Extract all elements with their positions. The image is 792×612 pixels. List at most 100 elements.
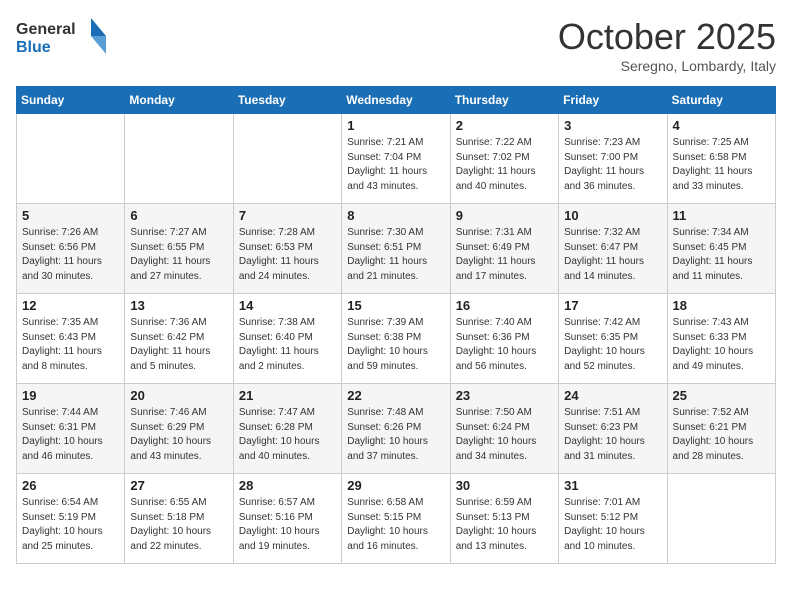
header-saturday: Saturday (667, 87, 775, 114)
svg-text:General: General (16, 21, 76, 38)
day-number: 15 (347, 298, 444, 313)
day-cell: 21 Sunrise: 7:47 AM Sunset: 6:28 PM Dayli… (233, 384, 341, 474)
week-row-2: 12 Sunrise: 7:35 AM Sunset: 6:43 PM Dayli… (17, 294, 776, 384)
day-number: 31 (564, 478, 661, 493)
day-cell: 5 Sunrise: 7:26 AM Sunset: 6:56 PM Daylig… (17, 204, 125, 294)
day-cell: 4 Sunrise: 7:25 AM Sunset: 6:58 PM Daylig… (667, 114, 775, 204)
day-cell: 11 Sunrise: 7:34 AM Sunset: 6:45 PM Dayli… (667, 204, 775, 294)
day-number: 27 (130, 478, 227, 493)
day-cell: 6 Sunrise: 7:27 AM Sunset: 6:55 PM Daylig… (125, 204, 233, 294)
day-cell: 19 Sunrise: 7:44 AM Sunset: 6:31 PM Dayli… (17, 384, 125, 474)
day-number: 26 (22, 478, 119, 493)
day-cell: 20 Sunrise: 7:46 AM Sunset: 6:29 PM Dayli… (125, 384, 233, 474)
day-cell: 7 Sunrise: 7:28 AM Sunset: 6:53 PM Daylig… (233, 204, 341, 294)
header-tuesday: Tuesday (233, 87, 341, 114)
day-number: 2 (456, 118, 553, 133)
day-info: Sunrise: 7:31 AM Sunset: 6:49 PM Dayligh… (456, 226, 553, 284)
day-cell: 22Sunrise: 7:48 AM Sunset: 6:26 PM Dayli… (342, 384, 450, 474)
day-number: 28 (239, 478, 336, 493)
day-number: 18 (673, 298, 770, 313)
day-info: Sunrise: 7:22 AM Sunset: 7:02 PM Dayligh… (456, 136, 553, 194)
day-cell (667, 474, 775, 564)
week-row-4: 26Sunrise: 6:54 AM Sunset: 5:19 PM Dayli… (17, 474, 776, 564)
day-cell: 30Sunrise: 6:59 AM Sunset: 5:13 PM Dayli… (450, 474, 558, 564)
header-friday: Friday (559, 87, 667, 114)
day-info: Sunrise: 6:58 AM Sunset: 5:15 PM Dayligh… (347, 496, 444, 554)
day-info: Sunrise: 7:42 AM Sunset: 6:35 PM Dayligh… (564, 316, 661, 374)
day-info: Sunrise: 7:25 AM Sunset: 6:58 PM Dayligh… (673, 136, 770, 194)
day-number: 23 (456, 388, 553, 403)
day-info: Sunrise: 7:27 AM Sunset: 6:55 PM Dayligh… (130, 226, 227, 284)
day-cell: 8Sunrise: 7:30 AM Sunset: 6:51 PM Daylig… (342, 204, 450, 294)
day-number: 4 (673, 118, 770, 133)
day-info: Sunrise: 7:28 AM Sunset: 6:53 PM Dayligh… (239, 226, 336, 284)
day-number: 25 (673, 388, 770, 403)
day-number: 20 (130, 388, 227, 403)
subtitle: Seregno, Lombardy, Italy (558, 58, 776, 74)
day-cell: 25Sunrise: 7:52 AM Sunset: 6:21 PM Dayli… (667, 384, 775, 474)
day-cell: 31 Sunrise: 7:01 AM Sunset: 5:12 PM Dayli… (559, 474, 667, 564)
day-info: Sunrise: 7:38 AM Sunset: 6:40 PM Dayligh… (239, 316, 336, 374)
day-cell: 26Sunrise: 6:54 AM Sunset: 5:19 PM Dayli… (17, 474, 125, 564)
day-cell: 24 Sunrise: 7:51 AM Sunset: 6:23 PM Dayli… (559, 384, 667, 474)
day-info: Sunrise: 7:51 AM Sunset: 6:23 PM Dayligh… (564, 406, 661, 464)
day-cell: 9Sunrise: 7:31 AM Sunset: 6:49 PM Daylig… (450, 204, 558, 294)
day-info: Sunrise: 7:44 AM Sunset: 6:31 PM Dayligh… (22, 406, 119, 464)
header-row: Sunday Monday Tuesday Wednesday Thursday… (17, 87, 776, 114)
day-cell: 1Sunrise: 7:21 AM Sunset: 7:04 PM Daylig… (342, 114, 450, 204)
logo-svg: GeneralBlue (16, 16, 136, 56)
day-number: 22 (347, 388, 444, 403)
day-cell: 14 Sunrise: 7:38 AM Sunset: 6:40 PM Dayli… (233, 294, 341, 384)
day-info: Sunrise: 6:55 AM Sunset: 5:18 PM Dayligh… (130, 496, 227, 554)
day-info: Sunrise: 7:34 AM Sunset: 6:45 PM Dayligh… (673, 226, 770, 284)
day-number: 10 (564, 208, 661, 223)
title-area: October 2025 Seregno, Lombardy, Italy (558, 16, 776, 74)
day-info: Sunrise: 7:43 AM Sunset: 6:33 PM Dayligh… (673, 316, 770, 374)
week-row-1: 5 Sunrise: 7:26 AM Sunset: 6:56 PM Daylig… (17, 204, 776, 294)
calendar-table: Sunday Monday Tuesday Wednesday Thursday… (16, 86, 776, 564)
day-info: Sunrise: 7:47 AM Sunset: 6:28 PM Dayligh… (239, 406, 336, 464)
calendar-header: Sunday Monday Tuesday Wednesday Thursday… (17, 87, 776, 114)
day-info: Sunrise: 7:30 AM Sunset: 6:51 PM Dayligh… (347, 226, 444, 284)
week-row-3: 19 Sunrise: 7:44 AM Sunset: 6:31 PM Dayli… (17, 384, 776, 474)
day-info: Sunrise: 7:40 AM Sunset: 6:36 PM Dayligh… (456, 316, 553, 374)
day-number: 5 (22, 208, 119, 223)
day-info: Sunrise: 7:35 AM Sunset: 6:43 PM Dayligh… (22, 316, 119, 374)
day-cell: 16 Sunrise: 7:40 AM Sunset: 6:36 PM Dayli… (450, 294, 558, 384)
day-cell: 13 Sunrise: 7:36 AM Sunset: 6:42 PM Dayli… (125, 294, 233, 384)
day-cell: 15Sunrise: 7:39 AM Sunset: 6:38 PM Dayli… (342, 294, 450, 384)
header-thursday: Thursday (450, 87, 558, 114)
day-number: 11 (673, 208, 770, 223)
day-info: Sunrise: 6:57 AM Sunset: 5:16 PM Dayligh… (239, 496, 336, 554)
day-info: Sunrise: 7:01 AM Sunset: 5:12 PM Dayligh… (564, 496, 661, 554)
day-info: Sunrise: 7:36 AM Sunset: 6:42 PM Dayligh… (130, 316, 227, 374)
day-cell: 12 Sunrise: 7:35 AM Sunset: 6:43 PM Dayli… (17, 294, 125, 384)
day-number: 12 (22, 298, 119, 313)
header-monday: Monday (125, 87, 233, 114)
day-cell: 29 Sunrise: 6:58 AM Sunset: 5:15 PM Dayli… (342, 474, 450, 564)
week-row-0: 1Sunrise: 7:21 AM Sunset: 7:04 PM Daylig… (17, 114, 776, 204)
day-cell: 2 Sunrise: 7:22 AM Sunset: 7:02 PM Daylig… (450, 114, 558, 204)
day-info: Sunrise: 7:26 AM Sunset: 6:56 PM Dayligh… (22, 226, 119, 284)
day-number: 14 (239, 298, 336, 313)
day-cell: 10 Sunrise: 7:32 AM Sunset: 6:47 PM Dayli… (559, 204, 667, 294)
day-info: Sunrise: 7:46 AM Sunset: 6:29 PM Dayligh… (130, 406, 227, 464)
calendar-body: 1Sunrise: 7:21 AM Sunset: 7:04 PM Daylig… (17, 114, 776, 564)
day-number: 3 (564, 118, 661, 133)
day-cell: 3 Sunrise: 7:23 AM Sunset: 7:00 PM Daylig… (559, 114, 667, 204)
day-info: Sunrise: 7:23 AM Sunset: 7:00 PM Dayligh… (564, 136, 661, 194)
day-number: 21 (239, 388, 336, 403)
day-info: Sunrise: 7:32 AM Sunset: 6:47 PM Dayligh… (564, 226, 661, 284)
day-number: 29 (347, 478, 444, 493)
day-number: 16 (456, 298, 553, 313)
day-cell: 27 Sunrise: 6:55 AM Sunset: 5:18 PM Dayli… (125, 474, 233, 564)
day-number: 7 (239, 208, 336, 223)
day-info: Sunrise: 7:21 AM Sunset: 7:04 PM Dayligh… (347, 136, 444, 194)
day-cell: 28 Sunrise: 6:57 AM Sunset: 5:16 PM Dayli… (233, 474, 341, 564)
day-cell (17, 114, 125, 204)
day-number: 19 (22, 388, 119, 403)
day-number: 24 (564, 388, 661, 403)
day-number: 6 (130, 208, 227, 223)
header: GeneralBlue October 2025 Seregno, Lombar… (16, 16, 776, 74)
day-number: 13 (130, 298, 227, 313)
